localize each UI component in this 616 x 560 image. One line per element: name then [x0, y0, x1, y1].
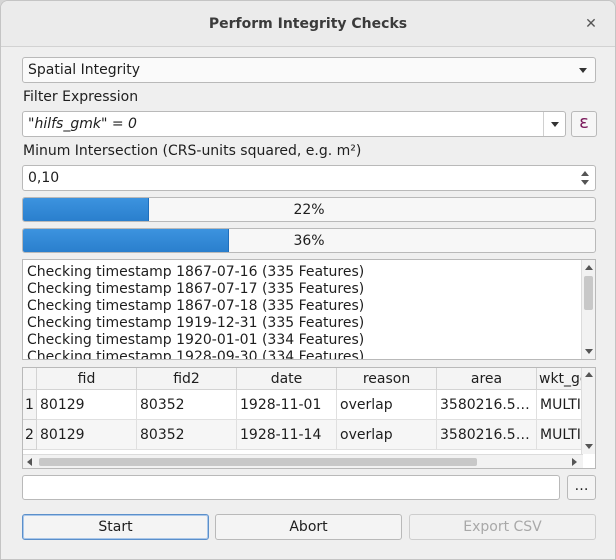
close-icon[interactable]: ✕ [581, 14, 601, 34]
table-vertical-scrollbar[interactable] [581, 368, 595, 454]
abort-button[interactable]: Abort [215, 514, 402, 540]
table-cell[interactable]: overlap [337, 390, 437, 420]
column-header[interactable]: area [437, 368, 537, 390]
table-cell[interactable]: 80352 [137, 390, 237, 420]
spin-up-icon[interactable] [581, 171, 589, 176]
row-header[interactable]: 1 [23, 390, 37, 420]
table-cell[interactable]: overlap [337, 420, 437, 450]
window-title: Perform Integrity Checks [208, 16, 408, 32]
scroll-thumb[interactable] [584, 276, 593, 310]
min-intersection-value: 0,10 [28, 170, 60, 186]
scroll-left-icon[interactable] [27, 458, 32, 466]
progress-text: 22% [293, 202, 325, 218]
title-bar: Perform Integrity Checks ✕ [1, 1, 615, 47]
spin-down-icon[interactable] [581, 180, 589, 185]
chevron-down-icon [579, 68, 587, 73]
check-type-value: Spatial Integrity [28, 62, 141, 78]
column-header[interactable]: date [237, 368, 337, 390]
browse-button[interactable]: … [567, 475, 596, 500]
log-line: Checking timestamp 1920-01-01 (334 Featu… [27, 332, 365, 348]
column-header[interactable]: wkt_ge [537, 368, 583, 390]
table-cell[interactable]: 1928-11-14 [237, 420, 337, 450]
column-header[interactable]: fid2 [137, 368, 237, 390]
progress-bar-overall: 22% [22, 197, 596, 222]
column-header[interactable]: reason [337, 368, 437, 390]
export-csv-button[interactable]: Export CSV [409, 514, 596, 540]
table-cell[interactable]: 3580216.5… [437, 420, 537, 450]
scroll-up-icon[interactable] [585, 372, 593, 377]
table-cell[interactable]: 3580216.5… [437, 390, 537, 420]
table-cell[interactable]: MULTI [537, 420, 583, 450]
log-line: Checking timestamp 1867-07-16 (335 Featu… [27, 264, 365, 280]
min-intersection-label: Minum Intersection (CRS-units squared, e… [23, 143, 362, 159]
chevron-down-icon [551, 122, 559, 127]
scroll-right-icon[interactable] [572, 458, 577, 466]
results-table[interactable]: fid fid2 date reason area wkt_ge 1 80129… [22, 367, 596, 469]
start-button[interactable]: Start [22, 514, 209, 540]
column-header[interactable]: fid [37, 368, 137, 390]
table-cell[interactable]: 1928-11-01 [237, 390, 337, 420]
scroll-down-icon[interactable] [585, 444, 593, 449]
log-line: Checking timestamp 1867-07-17 (335 Featu… [27, 281, 365, 297]
table-cell[interactable]: 80129 [37, 420, 137, 450]
table-cell[interactable]: MULTI [537, 390, 583, 420]
log-line: Checking timestamp 1919-12-31 (335 Featu… [27, 315, 365, 331]
scroll-thumb[interactable] [39, 458, 477, 466]
check-type-combo[interactable]: Spatial Integrity [22, 57, 596, 83]
row-header[interactable]: 2 [23, 420, 37, 450]
progress-text: 36% [293, 233, 325, 249]
min-intersection-spinbox[interactable]: 0,10 [22, 165, 596, 191]
scroll-up-icon[interactable] [585, 265, 593, 270]
log-line: Checking timestamp 1928-09-30 (334 Featu… [27, 349, 365, 360]
table-cell[interactable]: 80352 [137, 420, 237, 450]
table-cell[interactable]: 80129 [37, 390, 137, 420]
expression-builder-button[interactable]: ε [571, 111, 597, 137]
filter-dropdown-button[interactable] [543, 112, 565, 136]
log-output[interactable]: Checking timestamp 1867-07-16 (335 Featu… [22, 259, 596, 360]
filter-expression-field[interactable]: "hilfs_gmk" = 0 [22, 111, 566, 137]
progress-bar-current: 36% [22, 228, 596, 253]
log-line: Checking timestamp 1867-07-18 (335 Featu… [27, 298, 365, 314]
log-scrollbar[interactable] [581, 260, 595, 359]
table-corner [23, 368, 37, 390]
filter-label: Filter Expression [23, 89, 139, 105]
scroll-down-icon[interactable] [585, 349, 593, 354]
output-path-field[interactable] [22, 475, 560, 500]
table-horizontal-scrollbar[interactable] [23, 454, 583, 468]
dialog-window: Perform Integrity Checks ✕ Spatial Integ… [0, 0, 616, 560]
filter-expression-value: "hilfs_gmk" = 0 [28, 116, 137, 132]
